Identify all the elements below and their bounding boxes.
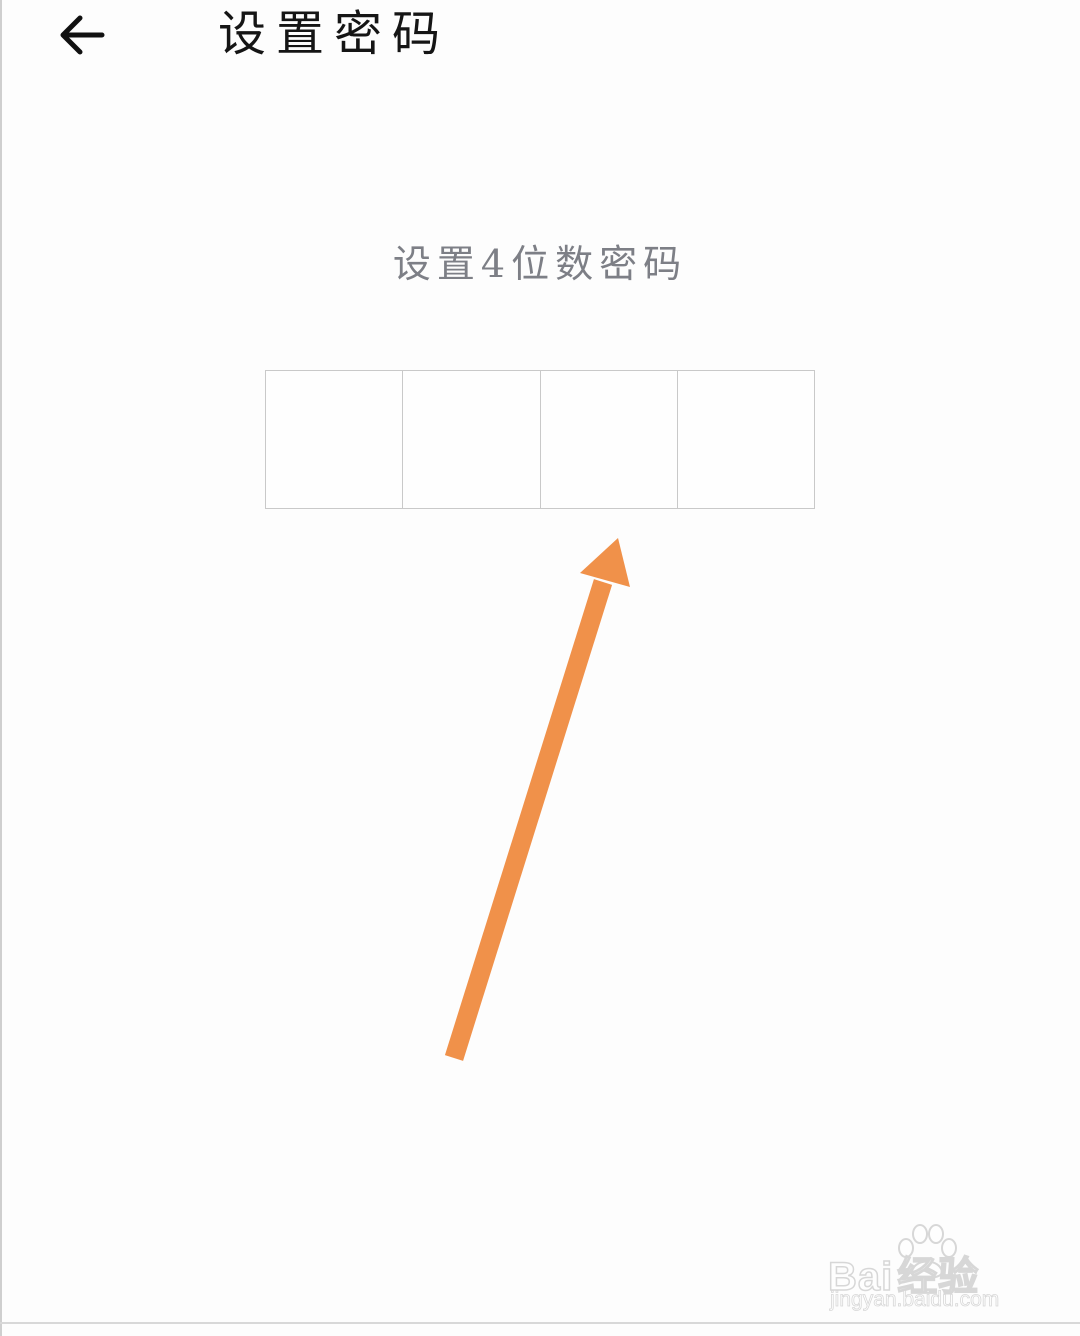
arrow-left-icon [60, 15, 105, 55]
page-title: 设置密码 [218, 6, 451, 62]
back-button[interactable] [52, 6, 116, 64]
pin-digit-1[interactable] [266, 371, 404, 508]
bottom-border [0, 1322, 1080, 1324]
watermark-url: jingyan.baidu.com [830, 1288, 1000, 1312]
watermark: Bai 经验 jingyan.baidu.com [826, 1222, 1026, 1317]
pin-digit-2[interactable] [403, 371, 541, 508]
pin-digit-3[interactable] [541, 371, 678, 508]
annotation-arrow-icon [444, 538, 630, 1061]
left-border [0, 0, 2, 1336]
app-header: 设置密码 [0, 0, 1080, 80]
pin-digit-4[interactable] [678, 371, 814, 508]
pin-prompt: 设置4位数密码 [392, 242, 688, 286]
pin-input-group [265, 370, 815, 509]
